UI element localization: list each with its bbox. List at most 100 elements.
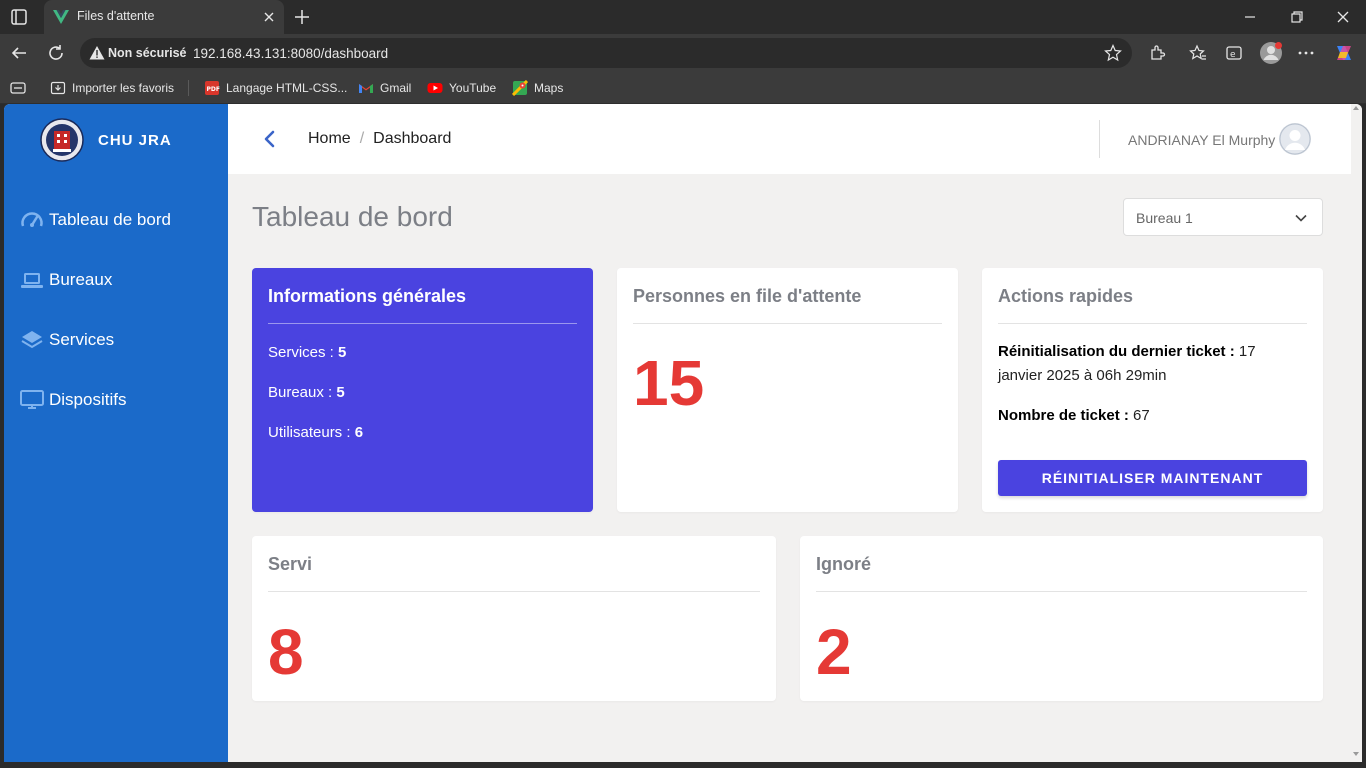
sidebar-item-services[interactable]: Services <box>20 325 114 355</box>
ticket-count-label: Nombre de ticket : <box>998 407 1129 424</box>
header-divider <box>1099 120 1100 158</box>
card-divider <box>633 323 942 324</box>
vue-favicon-icon <box>53 10 69 24</box>
security-label[interactable]: Non sécurisé <box>108 46 187 60</box>
browser-toolbar: Non sécurisé 192.168.43.131:8080/dashboa… <box>0 34 1366 72</box>
reset-now-button[interactable]: RÉINITIALISER MAINTENANT <box>998 460 1307 496</box>
bookmark-import[interactable]: Importer les favoris <box>50 79 174 97</box>
bureau-select-value: Bureau 1 <box>1136 210 1193 226</box>
queue-card: Personnes en file d'attente 15 <box>617 268 958 512</box>
minimize-icon[interactable] <box>1241 8 1259 26</box>
breadcrumb-current: Dashboard <box>373 130 452 147</box>
served-card: Servi 8 <box>252 536 776 701</box>
svg-text:PDF: PDF <box>207 86 220 93</box>
card-title: Ignoré <box>816 554 872 574</box>
brand-name: CHU JRA <box>98 131 172 149</box>
chevron-left-icon[interactable] <box>260 128 280 150</box>
maps-icon <box>512 80 528 96</box>
top-header: Home / Dashboard ANDRIANAY El Murphy <box>228 104 1351 174</box>
gmail-icon <box>359 84 373 93</box>
served-count: 8 <box>268 616 304 688</box>
ignored-card: Ignoré 2 <box>800 536 1323 701</box>
scroll-up-icon[interactable] <box>1353 106 1359 110</box>
profile-icon[interactable] <box>1259 41 1283 65</box>
card-title: Personnes en file d'attente <box>633 286 862 306</box>
copilot-icon[interactable] <box>1333 42 1355 64</box>
address-bar[interactable]: Non sécurisé 192.168.43.131:8080/dashboa… <box>80 38 1132 68</box>
users-count: Utilisateurs : 6 <box>268 424 363 441</box>
page-viewport: CHU JRA Tableau de bord Bureaux Services… <box>4 104 1362 762</box>
card-divider <box>268 323 577 324</box>
bookmark-youtube[interactable]: YouTube <box>427 79 496 97</box>
restore-icon[interactable] <box>1288 8 1306 26</box>
sidebar-item-dispositifs[interactable]: Dispositifs <box>20 385 126 415</box>
sidebar: CHU JRA Tableau de bord Bureaux Services… <box>4 104 228 762</box>
bookmark-label: Gmail <box>380 81 412 95</box>
pdf-icon: PDF <box>205 81 220 95</box>
ignored-count: 2 <box>816 616 852 688</box>
breadcrumb-home[interactable]: Home <box>308 130 351 148</box>
brand[interactable]: CHU JRA <box>40 118 172 162</box>
new-tab-icon[interactable] <box>293 8 311 26</box>
close-tab-icon[interactable] <box>262 10 276 24</box>
avatar[interactable] <box>1279 123 1311 155</box>
chevron-down-icon <box>1295 214 1307 222</box>
services-count-label: Services : <box>268 344 334 361</box>
scroll-down-icon[interactable] <box>1353 752 1359 756</box>
bookmark-html-css[interactable]: PDF Langage HTML-CSS... <box>204 79 347 97</box>
card-divider <box>268 591 760 592</box>
more-menu-icon[interactable] <box>1297 44 1315 62</box>
extensions-icon[interactable] <box>1148 44 1166 62</box>
breadcrumb: Home / Dashboard <box>308 130 451 148</box>
users-count-label: Utilisateurs : <box>268 424 351 441</box>
scrollbar[interactable] <box>1351 104 1362 762</box>
close-window-icon[interactable] <box>1334 8 1352 26</box>
user-name[interactable]: ANDRIANAY El Murphy <box>1128 132 1275 148</box>
hospital-logo-icon <box>40 118 84 162</box>
card-divider <box>816 591 1307 592</box>
card-divider <box>998 323 1307 324</box>
tab-actions-icon[interactable] <box>10 8 28 26</box>
last-reset-label: Réinitialisation du dernier ticket : <box>998 343 1235 360</box>
youtube-icon <box>427 83 443 93</box>
bureaux-count-label: Bureaux : <box>268 384 333 401</box>
sidebar-item-dashboard[interactable]: Tableau de bord <box>20 205 171 235</box>
tab-title: Files d'attente <box>77 9 155 23</box>
ticket-count-value: 67 <box>1133 407 1150 424</box>
browser-tab-active[interactable]: Files d'attente <box>44 0 284 34</box>
general-info-card: Informations générales Services : 5 Bure… <box>252 268 593 512</box>
queue-count: 15 <box>633 347 705 419</box>
bookmark-label: YouTube <box>449 81 497 95</box>
bureaux-count-value: 5 <box>336 384 345 401</box>
browser-tab-bar: Files d'attente <box>0 0 1366 34</box>
collections-icon[interactable]: e <box>1225 44 1243 62</box>
warning-icon <box>89 46 105 60</box>
last-reset-info: Réinitialisation du dernier ticket : 17 … <box>998 340 1298 388</box>
bookmark-separator <box>188 80 189 96</box>
layers-icon <box>21 331 43 349</box>
sidebar-item-label: Bureaux <box>49 270 113 289</box>
bookmarks-bar: Importer les favoris PDF Langage HTML-CS… <box>0 72 1366 104</box>
back-arrow-icon[interactable] <box>10 44 28 62</box>
reload-icon[interactable] <box>47 44 65 62</box>
card-title: Servi <box>268 554 313 574</box>
bookmark-maps[interactable]: Maps <box>512 79 563 97</box>
import-icon <box>50 81 66 95</box>
bookmark-gmail[interactable]: Gmail <box>358 79 411 97</box>
breadcrumb-separator: / <box>359 130 365 147</box>
favorites-icon[interactable] <box>1189 44 1207 62</box>
sidebar-item-bureaux[interactable]: Bureaux <box>20 265 112 295</box>
bookmark-label: Importer les favoris <box>72 81 175 95</box>
services-count-value: 5 <box>338 344 347 361</box>
services-count: Services : 5 <box>268 344 346 361</box>
sidebar-toggle-icon[interactable] <box>10 81 26 95</box>
url-text[interactable]: 192.168.43.131:8080/dashboard <box>193 46 388 61</box>
sidebar-item-label: Services <box>49 330 115 349</box>
bookmark-label: Langage HTML-CSS... <box>226 81 348 95</box>
favorite-star-icon[interactable] <box>1104 44 1122 62</box>
bureaux-count: Bureaux : 5 <box>268 384 345 401</box>
bureau-select[interactable]: Bureau 1 <box>1123 198 1323 236</box>
card-title: Actions rapides <box>998 286 1134 306</box>
card-title: Informations générales <box>268 286 467 306</box>
quick-actions-card: Actions rapides Réinitialisation du dern… <box>982 268 1323 512</box>
